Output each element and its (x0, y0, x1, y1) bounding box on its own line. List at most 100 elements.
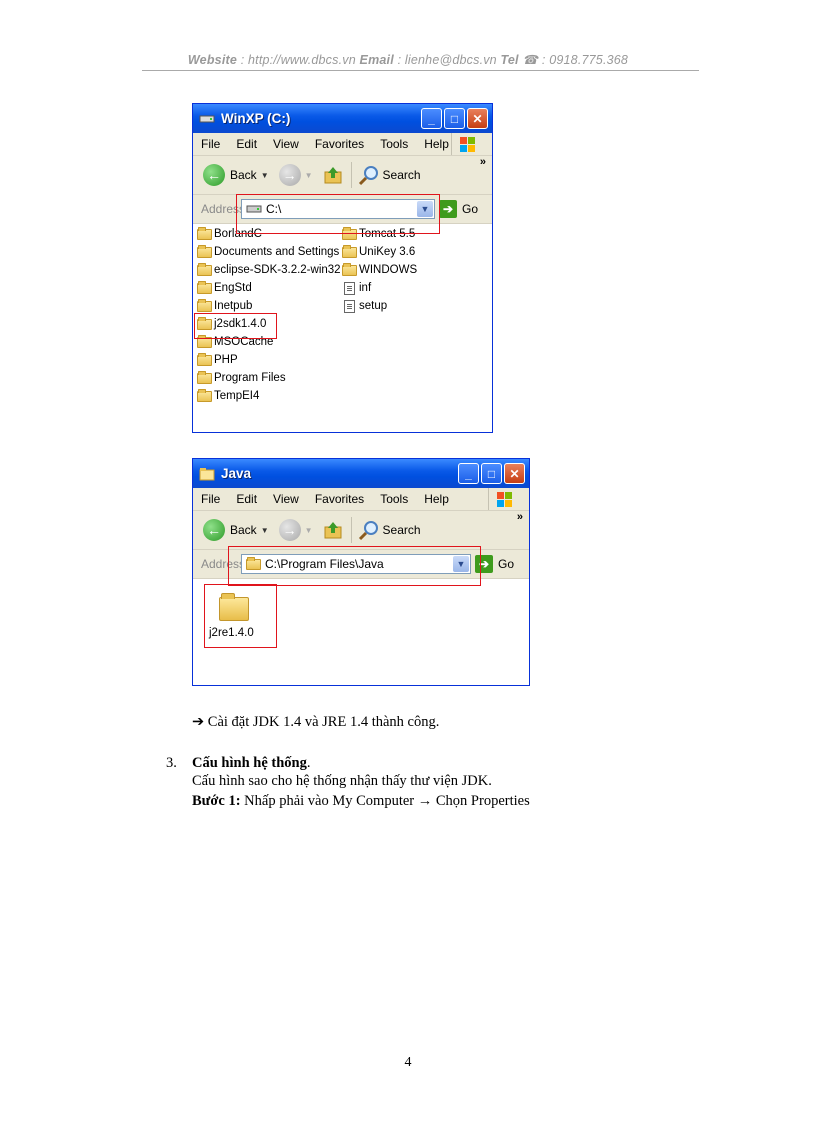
section-title: Cấu hình hệ thống (192, 755, 307, 771)
menu-help[interactable]: Help (416, 492, 457, 506)
item-label: eclipse-SDK-3.2.2-win32 (214, 264, 341, 276)
up-folder-icon[interactable] (323, 520, 343, 540)
folder-icon (197, 244, 212, 258)
window-title: WinXP (C:) (221, 111, 291, 126)
maximize-button[interactable]: □ (444, 108, 465, 129)
go-button[interactable]: Go (462, 202, 478, 216)
folder-icon (199, 467, 215, 480)
toolbar-overflow-icon[interactable]: » (480, 156, 486, 168)
minimize-button[interactable]: _ (458, 463, 479, 484)
drive-icon (199, 115, 215, 122)
close-button[interactable]: ✕ (504, 463, 525, 484)
folder-icon (197, 388, 212, 402)
header-divider (142, 70, 699, 71)
menu-favorites[interactable]: Favorites (307, 492, 372, 506)
search-icon[interactable] (358, 164, 380, 186)
toolbar: ← Back ▼ → ▼ Search » (193, 156, 492, 195)
chevron-down-icon[interactable]: ▼ (305, 526, 313, 535)
menu-file[interactable]: File (193, 137, 228, 151)
menu-view[interactable]: View (265, 492, 307, 506)
chevron-down-icon[interactable]: ▼ (305, 171, 313, 180)
step-1: Bước 1: Nhấp phải vào My Computer → Chọn… (192, 793, 530, 810)
folder-icon (197, 226, 212, 240)
menu-bar: File Edit View Favorites Tools Help (193, 488, 529, 511)
title-bar[interactable]: WinXP (C:) _ □ ✕ (193, 104, 492, 133)
list-item[interactable]: eclipse-SDK-3.2.2-win32 (197, 262, 341, 278)
page-header: Website : http://www.dbcs.vn Email : lie… (0, 52, 816, 67)
section-description: Cấu hình sao cho hệ thống nhận thấy thư … (192, 773, 492, 789)
back-label[interactable]: Back (230, 523, 257, 537)
arrow-right-icon: ➔ (192, 714, 205, 730)
go-arrow-icon[interactable]: ➔ (439, 200, 457, 218)
list-item[interactable]: WINDOWS (342, 262, 417, 278)
menu-edit[interactable]: Edit (228, 492, 265, 506)
windows-logo-icon (488, 488, 515, 510)
item-label: PHP (214, 354, 238, 366)
text-file-icon (344, 281, 355, 295)
maximize-button[interactable]: □ (481, 463, 502, 484)
forward-arrow-icon[interactable]: → (278, 164, 301, 186)
list-item[interactable]: Inetpub (197, 298, 252, 314)
phone-icon: ☎ (522, 53, 539, 67)
folder-icon (197, 280, 212, 294)
text-file-icon (344, 299, 355, 313)
list-item[interactable]: Documents and Settings (197, 244, 339, 260)
website-value: : http://www.dbcs.vn (237, 53, 360, 67)
website-label: Website (187, 53, 238, 67)
item-label: TempEI4 (214, 390, 260, 402)
list-item[interactable]: inf (342, 280, 371, 296)
email-value: : lienhe@dbcs.vn (393, 53, 501, 67)
list-item[interactable]: PHP (197, 352, 238, 368)
back-label[interactable]: Back (230, 168, 257, 182)
up-folder-icon[interactable] (323, 165, 343, 185)
toolbar-separator (350, 162, 352, 188)
back-arrow-icon[interactable]: ← (203, 164, 225, 186)
section-title-end: . (306, 755, 311, 771)
section-heading: Cấu hình hệ thống. (192, 755, 310, 772)
highlight-address (236, 194, 440, 234)
menu-edit[interactable]: Edit (228, 137, 265, 151)
menu-favorites[interactable]: Favorites (307, 137, 372, 151)
chevron-down-icon[interactable]: ▼ (261, 171, 269, 180)
menu-file[interactable]: File (193, 492, 228, 506)
list-item[interactable]: Program Files (197, 370, 286, 386)
page-number: 4 (404, 1055, 412, 1070)
menu-view[interactable]: View (265, 137, 307, 151)
folder-icon (197, 370, 212, 384)
step-label: Bước 1: (192, 793, 241, 809)
search-icon[interactable] (358, 519, 380, 541)
email-label: Email (359, 53, 394, 67)
folder-icon (342, 262, 357, 276)
forward-arrow-icon[interactable]: → (278, 519, 301, 541)
list-item[interactable]: setup (342, 298, 387, 314)
item-label: EngStd (214, 282, 252, 294)
window-title: Java (221, 466, 252, 481)
menu-tools[interactable]: Tools (372, 137, 416, 151)
highlight-j2sdk (194, 313, 277, 339)
menu-tools[interactable]: Tools (372, 492, 416, 506)
back-arrow-icon[interactable]: ← (203, 519, 225, 541)
toolbar: ← Back ▼ → ▼ Search » (193, 511, 529, 550)
close-button[interactable]: ✕ (467, 108, 488, 129)
tel-value: : 0918.775.368 (538, 53, 629, 67)
step-text-2: Chọn Properties (432, 793, 530, 809)
address-label: Address (201, 202, 246, 216)
list-item[interactable]: TempEI4 (197, 388, 259, 404)
list-item[interactable]: EngStd (197, 280, 252, 296)
search-label[interactable]: Search (383, 168, 421, 182)
title-bar[interactable]: Java _ □ ✕ (193, 459, 529, 488)
list-item[interactable]: UniKey 3.6 (342, 244, 415, 260)
item-label: Program Files (214, 372, 286, 384)
item-label: setup (359, 300, 388, 312)
chevron-down-icon[interactable]: ▼ (261, 526, 269, 535)
folder-icon (197, 352, 212, 366)
menu-bar: File Edit View Favorites Tools Help (193, 133, 492, 156)
highlight-address (228, 546, 481, 586)
toolbar-overflow-icon[interactable]: » (517, 511, 523, 523)
toolbar-separator (350, 517, 352, 543)
highlight-j2re (204, 584, 277, 648)
minimize-button[interactable]: _ (421, 108, 442, 129)
folder-icon (197, 262, 212, 276)
go-button[interactable]: Go (498, 557, 514, 571)
search-label[interactable]: Search (383, 523, 421, 537)
